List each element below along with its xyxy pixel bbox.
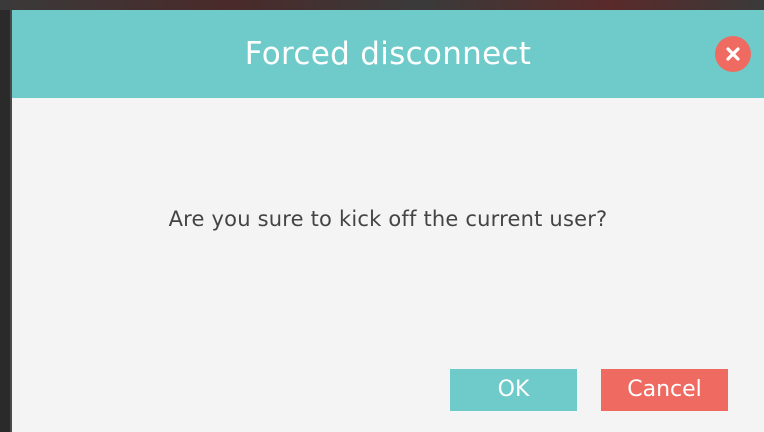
- dialog-header: Forced disconnect: [12, 10, 764, 98]
- cancel-button[interactable]: Cancel: [601, 369, 728, 411]
- confirmation-message: Are you sure to kick off the current use…: [168, 207, 608, 231]
- forced-disconnect-dialog: Forced disconnect Are you sure to kick o…: [10, 10, 764, 432]
- background-window-edge: [0, 0, 764, 10]
- close-icon: [726, 47, 740, 61]
- close-button[interactable]: [715, 36, 751, 72]
- dialog-title: Forced disconnect: [244, 36, 532, 72]
- ok-button[interactable]: OK: [450, 369, 577, 411]
